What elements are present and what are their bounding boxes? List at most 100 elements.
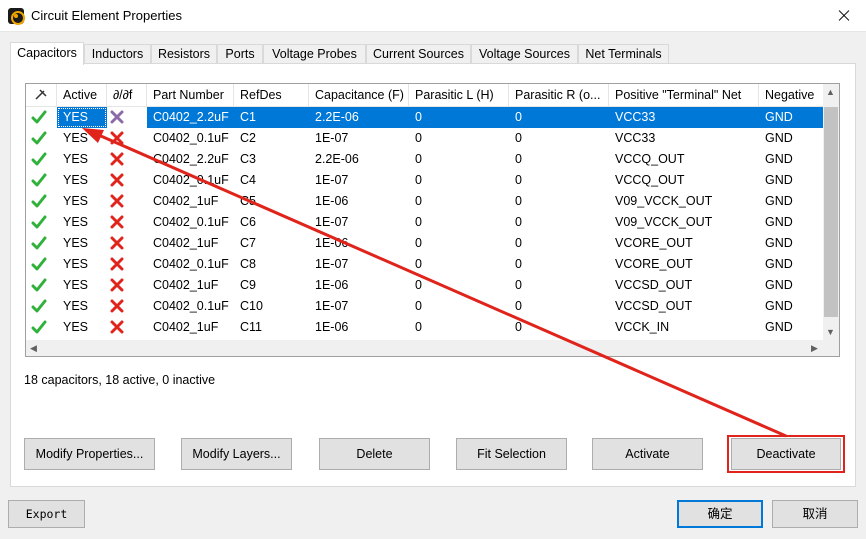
tab-current-sources[interactable]: Current Sources [366,44,471,64]
capacitance-cell[interactable]: 1E-07 [309,128,409,149]
scroll-down-icon[interactable]: ▼ [826,327,835,337]
part-number-cell[interactable]: C0402_0.1uF [147,170,234,191]
delete-button[interactable]: Delete [319,438,430,470]
vertical-scroll-thumb[interactable] [824,107,838,317]
check-icon[interactable] [26,317,57,338]
positive-net-cell[interactable]: V09_VCCK_OUT [609,191,759,212]
table-row[interactable]: YES C0402_2.2uF C3 2.2E-06 0 0 VCCQ_OUT GND [26,149,825,170]
capacitance-cell[interactable]: 1E-07 [309,296,409,317]
check-icon[interactable] [26,128,57,149]
table-row[interactable]: YES C0402_0.1uF C10 1E-07 0 0 VCCSD_OUT GND [26,296,825,317]
x-mark-icon[interactable] [107,107,147,128]
positive-net-cell[interactable]: VCCSD_OUT [609,275,759,296]
positive-net-cell[interactable]: VCCQ_OUT [609,149,759,170]
parasitic-l-cell[interactable]: 0 [409,296,509,317]
negative-net-cell[interactable]: GND [759,233,825,254]
parasitic-r-cell[interactable]: 0 [509,212,609,233]
x-mark-icon[interactable] [107,170,147,191]
parasitic-r-cell[interactable]: 0 [509,128,609,149]
negative-net-cell[interactable]: GND [759,149,825,170]
scroll-left-icon[interactable]: ◀ [30,343,37,353]
parasitic-l-cell[interactable]: 0 [409,317,509,338]
parasitic-l-cell[interactable]: 0 [409,212,509,233]
check-icon[interactable] [26,212,57,233]
part-number-cell[interactable]: C0402_1uF [147,317,234,338]
capacitance-cell[interactable]: 2.2E-06 [309,107,409,128]
parasitic-r-cell[interactable]: 0 [509,149,609,170]
activate-button[interactable]: Activate [592,438,703,470]
positive-net-cell[interactable]: VCC33 [609,128,759,149]
column-header-active[interactable]: Active [57,84,107,107]
part-number-cell[interactable]: C0402_1uF [147,233,234,254]
active-cell[interactable]: YES [57,170,107,191]
check-icon[interactable] [26,296,57,317]
negative-net-cell[interactable]: GND [759,212,825,233]
tab-capacitors[interactable]: Capacitors [10,42,84,65]
parasitic-r-cell[interactable]: 0 [509,296,609,317]
positive-net-cell[interactable]: VCCK_IN [609,317,759,338]
table-row[interactable]: YES C0402_1uF C11 1E-06 0 0 VCCK_IN GND [26,317,825,338]
cancel-button[interactable]: 取消 [772,500,858,528]
refdes-cell[interactable]: C4 [234,170,309,191]
capacitor-table[interactable]: Active ∂/∂f Part Number RefDes Capacitan… [25,83,840,357]
negative-net-cell[interactable]: GND [759,128,825,149]
refdes-cell[interactable]: C11 [234,317,309,338]
negative-net-cell[interactable]: GND [759,317,825,338]
tab-ports[interactable]: Ports [217,44,263,64]
refdes-cell[interactable]: C7 [234,233,309,254]
column-header-positive-net[interactable]: Positive "Terminal" Net [609,84,759,107]
scroll-up-icon[interactable]: ▲ [826,87,835,97]
pin-column-header[interactable] [26,84,57,107]
close-icon[interactable] [820,0,866,32]
part-number-cell[interactable]: C0402_0.1uF [147,254,234,275]
negative-net-cell[interactable]: GND [759,275,825,296]
negative-net-cell[interactable]: GND [759,170,825,191]
check-icon[interactable] [26,254,57,275]
positive-net-cell[interactable]: VCORE_OUT [609,254,759,275]
tab-inductors[interactable]: Inductors [84,44,151,64]
parasitic-l-cell[interactable]: 0 [409,170,509,191]
x-mark-icon[interactable] [107,212,147,233]
x-mark-icon[interactable] [107,317,147,338]
column-header-parasitic-l[interactable]: Parasitic L (H) [409,84,509,107]
part-number-cell[interactable]: C0402_0.1uF [147,212,234,233]
negative-net-cell[interactable]: GND [759,254,825,275]
column-header-parasitic-r[interactable]: Parasitic R (o... [509,84,609,107]
parasitic-r-cell[interactable]: 0 [509,233,609,254]
capacitance-cell[interactable]: 1E-06 [309,317,409,338]
part-number-cell[interactable]: C0402_1uF [147,275,234,296]
tab-voltage-sources[interactable]: Voltage Sources [471,44,578,64]
parasitic-r-cell[interactable]: 0 [509,275,609,296]
refdes-cell[interactable]: C1 [234,107,309,128]
refdes-cell[interactable]: C2 [234,128,309,149]
part-number-cell[interactable]: C0402_1uF [147,191,234,212]
x-mark-icon[interactable] [107,128,147,149]
table-row[interactable]: YES C0402_0.1uF C8 1E-07 0 0 VCORE_OUT GND [26,254,825,275]
refdes-cell[interactable]: C9 [234,275,309,296]
check-icon[interactable] [26,275,57,296]
parasitic-l-cell[interactable]: 0 [409,149,509,170]
active-cell[interactable]: YES [57,233,107,254]
tab-net-terminals[interactable]: Net Terminals [578,44,669,64]
x-mark-icon[interactable] [107,296,147,317]
negative-net-cell[interactable]: GND [759,296,825,317]
column-header-capacitance[interactable]: Capacitance (F) [309,84,409,107]
x-mark-icon[interactable] [107,233,147,254]
column-header-refdes[interactable]: RefDes [234,84,309,107]
x-mark-icon[interactable] [107,254,147,275]
parasitic-l-cell[interactable]: 0 [409,107,509,128]
modify-layers-button[interactable]: Modify Layers... [181,438,292,470]
active-cell[interactable]: YES [57,254,107,275]
part-number-cell[interactable]: C0402_2.2uF [147,107,234,128]
capacitance-cell[interactable]: 1E-06 [309,275,409,296]
positive-net-cell[interactable]: VCCSD_OUT [609,296,759,317]
positive-net-cell[interactable]: V09_VCCK_OUT [609,212,759,233]
table-row[interactable]: YES C0402_0.1uF C4 1E-07 0 0 VCCQ_OUT GND [26,170,825,191]
capacitance-cell[interactable]: 1E-07 [309,254,409,275]
capacitance-cell[interactable]: 1E-06 [309,233,409,254]
parasitic-r-cell[interactable]: 0 [509,191,609,212]
active-cell[interactable]: YES [57,296,107,317]
parasitic-r-cell[interactable]: 0 [509,254,609,275]
parasitic-r-cell[interactable]: 0 [509,317,609,338]
refdes-cell[interactable]: C5 [234,191,309,212]
